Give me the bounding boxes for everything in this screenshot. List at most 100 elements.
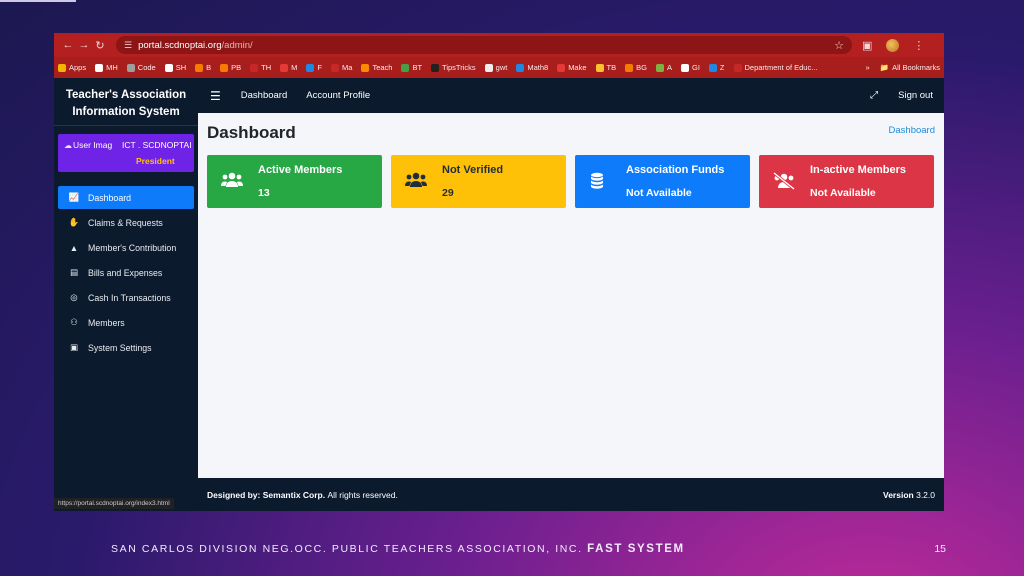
card-association-funds[interactable]: Association Funds Not Available [575,155,750,208]
bookmark-favicon-icon [484,63,493,72]
card-value: Not Available [626,187,692,199]
browser-menu-icon[interactable]: ⋮ [913,39,924,52]
sidebar-item-label: Bills and Expenses [88,267,163,278]
bookmark-item[interactable]: BG [625,63,647,72]
bookmark-label: GI [691,63,700,72]
user-name: ICT . SCDNOPTAI [122,140,192,150]
bookmark-item[interactable]: TipsTricks [431,63,476,72]
reload-icon[interactable]: ↻ [92,39,108,52]
card-active-members[interactable]: Active Members 13 [207,155,382,208]
hamburger-menu-icon[interactable]: ☰ [210,89,221,103]
bookmark-item[interactable]: Apps [58,63,86,72]
bookmark-item[interactable]: GI [680,63,700,72]
bookmark-favicon-icon [126,63,135,72]
bookmark-favicon-icon [95,63,104,72]
bookmark-item[interactable]: PB [220,63,241,72]
sign-out-link[interactable]: Sign out [898,90,933,101]
bookmark-item[interactable]: TB [595,63,616,72]
bookmark-label: A [666,63,672,72]
nav-link-account-profile[interactable]: Account Profile [306,90,370,101]
card-label: Association Funds [626,164,725,176]
bookmark-item[interactable]: Ma [331,63,352,72]
nav-link-dashboard[interactable]: Dashboard [241,90,287,101]
bookmark-item[interactable]: A [655,63,672,72]
page-title: Dashboard [207,123,296,142]
bookmarks-overflow[interactable]: » [866,63,870,72]
slide-caption-strong: FAST SYSTEM [587,543,685,555]
url-path: /admin/ [221,39,253,51]
profile-avatar[interactable] [886,38,900,52]
bookmark-favicon-icon [680,63,689,72]
hand-coin-icon: ▲ [69,242,79,253]
bookmark-label: BT [412,63,423,72]
sidebar-item-cash-in-transactions[interactable]: ◎ Cash In Transactions [58,286,194,309]
breadcrumb[interactable]: Dashboard [889,125,935,136]
bookmark-item[interactable]: B [195,63,211,72]
card-value: Not Available [810,187,876,199]
sidebar-item-system-settings[interactable]: ▣ System Settings [58,336,194,359]
fullscreen-icon[interactable]: ⤢ [870,90,878,101]
bookmark-item[interactable]: Department of Educ... [733,63,818,72]
extensions-icon[interactable]: ▣ [862,39,872,52]
bookmark-item[interactable]: F [306,63,322,72]
bookmark-label: PB [231,63,242,72]
sidebar-item-dashboard[interactable]: 📈 Dashboard [58,186,194,209]
sidebar-item-label: System Settings [88,342,152,353]
bookmark-favicon-icon [306,63,315,72]
card-not-verified[interactable]: Not Verified 29 [391,155,566,208]
bookmark-label: M [291,63,298,72]
sidebar-item-claims-requests[interactable]: ✋ Claims & Requests [58,211,194,234]
bookmark-favicon-icon [401,63,410,72]
sidebar-item-member-s-contribution[interactable]: ▲ Member's Contribution [58,236,194,259]
bookmark-label: Code [137,63,156,72]
bookmark-item[interactable]: Teach [361,63,392,72]
back-arrow-icon[interactable]: ← [60,39,76,51]
all-bookmarks-button[interactable]: 📁 All Bookmarks [880,63,940,72]
bookmark-favicon-icon [557,63,566,72]
sidebar-item-bills-and-expenses[interactable]: ▤ Bills and Expenses [58,261,194,284]
bookmark-favicon-icon [733,63,742,72]
bookmark-label: Department of Educ... [744,63,818,72]
top-navbar: ☰ Dashboard Account Profile ⤢ Sign out [198,78,944,113]
broken-image-icon: ☁ [64,140,72,150]
bookmark-item[interactable]: SH [164,63,186,72]
url-host: portal.scdnoptai.org [138,39,222,51]
brand-title[interactable]: Teacher's Association Information System [54,78,198,126]
bookmark-favicon-icon [250,63,259,72]
bookmark-label: Z [719,63,725,72]
version-info: Version 3.2.0 [883,490,935,500]
bookmark-favicon-icon [655,63,664,72]
bookmark-item[interactable]: MH [95,63,118,72]
bookmark-item[interactable]: Z [708,63,725,72]
bookmark-item[interactable]: Code [126,63,156,72]
bookmark-star-icon[interactable]: ☆ [834,39,844,52]
card-label: In-active Members [810,164,906,176]
site-settings-icon[interactable]: ☰ [124,40,132,51]
sidebar-item-members[interactable]: ⚇ Members [58,311,194,334]
bookmark-item[interactable]: gwt [484,63,507,72]
sidebar-item-label: Claims & Requests [88,217,163,228]
bookmark-item[interactable]: M [280,63,297,72]
version-label: Version [883,489,914,500]
bookmark-item[interactable]: TH [250,63,271,72]
address-bar[interactable]: ☰ portal.scdnoptai.org/admin/ ☆ [116,36,852,54]
users-icon [405,172,427,192]
user-panel[interactable]: ☁ User Imag ICT . SCDNOPTAI President [58,134,194,172]
card-label: Active Members [258,164,343,176]
version-number: 3.2.0 [916,489,935,500]
designed-by-company[interactable]: Semantix Corp. [263,490,325,500]
browser-window: ← → ↻ ☰ portal.scdnoptai.org/admin/ ☆ ▣ … [54,33,944,511]
card-inactive-members[interactable]: In-active Members Not Available [759,155,934,208]
bookmark-item[interactable]: Math8 [516,63,548,72]
sidebar-item-label: Cash In Transactions [88,292,171,303]
card-value: 29 [442,187,454,199]
bookmark-item[interactable]: Make [557,63,587,72]
sidebar-menu: 📈 Dashboard ✋ Claims & Requests ▲ Member's Co… [54,186,198,359]
bookmark-label: TH [261,63,272,72]
folder-icon: 📁 [879,63,890,72]
forward-arrow-icon[interactable]: → [76,39,92,51]
bookmark-favicon-icon [195,63,204,72]
bookmark-item[interactable]: BT [401,63,422,72]
bookmark-favicon-icon [220,63,229,72]
sidebar-item-label: Members [88,317,125,328]
